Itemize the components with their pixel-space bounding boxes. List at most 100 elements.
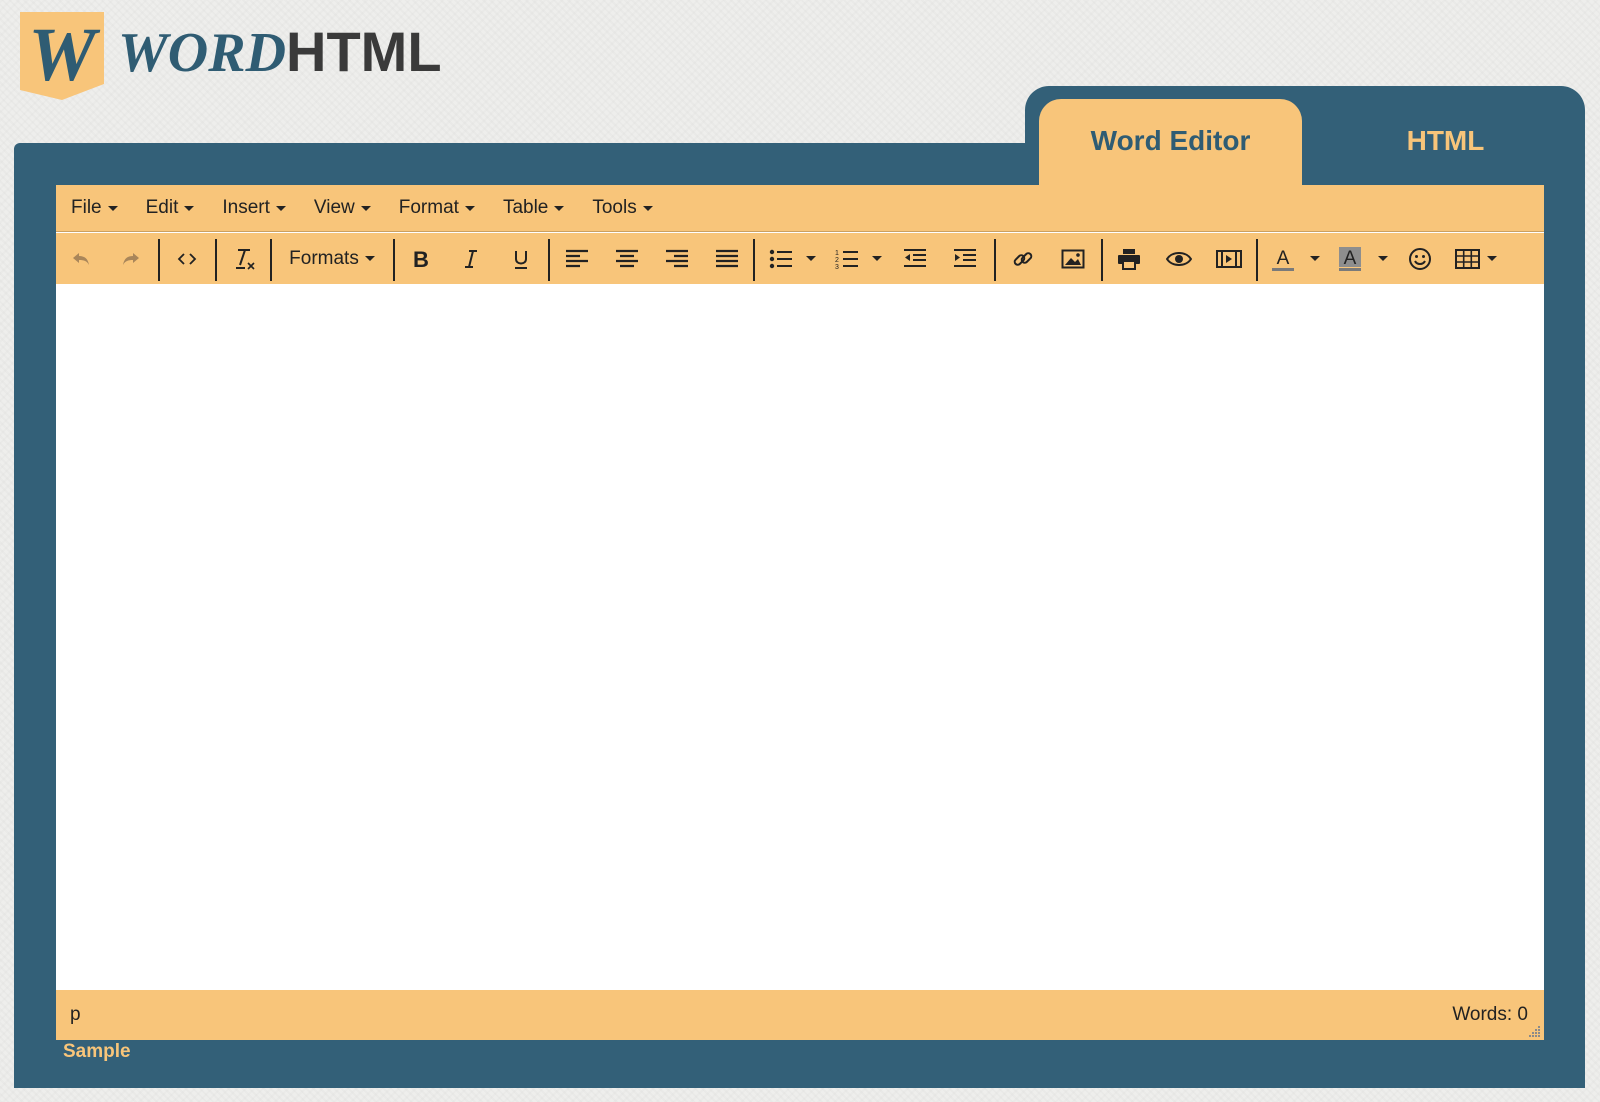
chevron-down-icon bbox=[464, 205, 475, 211]
chevron-down-icon bbox=[806, 256, 816, 261]
menu-file[interactable]: File bbox=[71, 197, 118, 219]
logo-html: HTML bbox=[286, 20, 442, 83]
emoticons-button[interactable] bbox=[1403, 233, 1437, 284]
formatting-toolbar: Formats B 1 2 3 A A bbox=[56, 233, 1544, 284]
chevron-down-icon bbox=[554, 205, 565, 211]
sample-link[interactable]: Sample bbox=[63, 1041, 131, 1063]
table-icon bbox=[1455, 248, 1480, 269]
image-icon bbox=[1061, 249, 1085, 268]
chevron-down-icon bbox=[184, 205, 195, 211]
background-color-dropdown[interactable] bbox=[1372, 233, 1388, 284]
align-left-icon bbox=[566, 249, 588, 267]
element-path[interactable]: p bbox=[70, 1004, 81, 1026]
numbered-list-dropdown[interactable] bbox=[866, 233, 882, 284]
logo-word: WORD bbox=[118, 22, 287, 84]
svg-text:A: A bbox=[1344, 248, 1357, 269]
wordhtml-logo[interactable]: W WORDHTML bbox=[16, 8, 456, 102]
italic-button[interactable] bbox=[454, 233, 488, 284]
text-color-button[interactable]: A bbox=[1266, 233, 1300, 284]
outdent-button[interactable] bbox=[898, 233, 932, 284]
source-code-icon bbox=[177, 252, 197, 265]
toolbar-separator bbox=[994, 239, 996, 281]
indent-icon bbox=[954, 248, 976, 267]
bold-button[interactable]: B bbox=[404, 233, 438, 284]
status-bar: p Words: 0 bbox=[56, 990, 1544, 1040]
toolbar-separator bbox=[270, 239, 272, 281]
rich-text-editor: File Edit Insert View Format Table Tools… bbox=[56, 185, 1544, 1040]
bullet-list-button[interactable] bbox=[764, 233, 798, 284]
underline-icon bbox=[515, 250, 527, 269]
print-icon bbox=[1118, 248, 1140, 270]
word-count: Words: 0 bbox=[1452, 1004, 1528, 1025]
print-button[interactable] bbox=[1112, 233, 1146, 284]
toolbar-separator bbox=[1256, 239, 1258, 281]
clear-formatting-icon bbox=[236, 248, 255, 270]
menu-table[interactable]: Table bbox=[503, 197, 565, 219]
logo-wordmark: WORDHTML bbox=[118, 20, 442, 84]
redo-icon bbox=[123, 252, 139, 265]
menu-view[interactable]: View bbox=[314, 197, 371, 219]
editor-content-area[interactable] bbox=[56, 284, 1544, 974]
bold-icon: B bbox=[413, 248, 429, 270]
svg-text:1: 1 bbox=[835, 250, 839, 257]
indent-button[interactable] bbox=[948, 233, 982, 284]
emoticons-icon bbox=[1409, 247, 1431, 270]
menu-edit[interactable]: Edit bbox=[146, 197, 195, 219]
justify-button[interactable] bbox=[710, 233, 744, 284]
media-icon bbox=[1216, 249, 1242, 268]
svg-text:2: 2 bbox=[835, 257, 839, 264]
svg-text:A: A bbox=[1277, 248, 1290, 269]
tab-html[interactable]: HTML bbox=[1314, 99, 1577, 185]
bullet-list-dropdown[interactable] bbox=[800, 233, 816, 284]
chevron-down-icon bbox=[360, 205, 371, 211]
preview-icon bbox=[1166, 251, 1192, 266]
numbered-list-icon: 123 bbox=[835, 250, 858, 270]
redo-button[interactable] bbox=[114, 233, 148, 284]
toolbar-separator bbox=[753, 239, 755, 281]
insert-table-button[interactable] bbox=[1452, 233, 1500, 284]
undo-icon bbox=[73, 252, 89, 265]
outdent-icon bbox=[904, 248, 926, 267]
undo-button[interactable] bbox=[64, 233, 98, 284]
align-center-button[interactable] bbox=[610, 233, 644, 284]
chevron-down-icon bbox=[1378, 256, 1388, 261]
tab-word-editor[interactable]: Word Editor bbox=[1039, 99, 1302, 185]
toolbar-separator bbox=[1101, 239, 1103, 281]
chevron-down-icon bbox=[107, 205, 118, 211]
insert-media-button[interactable] bbox=[1212, 233, 1246, 284]
align-left-button[interactable] bbox=[560, 233, 594, 284]
align-right-icon bbox=[666, 249, 688, 267]
toolbar-separator bbox=[215, 239, 217, 281]
toolbar-separator bbox=[158, 239, 160, 281]
underline-button[interactable] bbox=[504, 233, 538, 284]
preview-button[interactable] bbox=[1162, 233, 1196, 284]
chevron-down-icon bbox=[872, 256, 882, 261]
numbered-list-button[interactable]: 123 bbox=[830, 233, 864, 284]
svg-text:3: 3 bbox=[835, 264, 839, 270]
text-color-icon: A bbox=[1272, 248, 1294, 271]
source-code-button[interactable] bbox=[170, 233, 204, 284]
chevron-down-icon bbox=[1310, 256, 1320, 261]
menu-insert[interactable]: Insert bbox=[222, 197, 286, 219]
menu-tools[interactable]: Tools bbox=[592, 197, 653, 219]
align-right-button[interactable] bbox=[660, 233, 694, 284]
chevron-down-icon bbox=[275, 205, 286, 211]
insert-link-button[interactable] bbox=[1006, 233, 1040, 284]
insert-image-button[interactable] bbox=[1056, 233, 1090, 284]
align-center-icon bbox=[616, 249, 638, 267]
bullet-list-icon bbox=[769, 249, 792, 268]
justify-icon bbox=[716, 249, 738, 267]
link-icon bbox=[1013, 251, 1033, 266]
background-color-button[interactable]: A bbox=[1333, 233, 1367, 284]
menubar: File Edit Insert View Format Table Tools bbox=[56, 185, 1544, 232]
chevron-down-icon bbox=[364, 256, 375, 261]
clear-formatting-button[interactable] bbox=[226, 233, 262, 284]
menu-format[interactable]: Format bbox=[399, 197, 475, 219]
italic-icon bbox=[465, 249, 477, 268]
text-color-dropdown[interactable] bbox=[1304, 233, 1320, 284]
svg-text:B: B bbox=[413, 248, 429, 270]
formats-dropdown[interactable]: Formats bbox=[280, 233, 384, 284]
resize-grip-icon[interactable] bbox=[1529, 1025, 1541, 1037]
chevron-down-icon bbox=[642, 205, 653, 211]
svg-text:W: W bbox=[28, 13, 101, 97]
